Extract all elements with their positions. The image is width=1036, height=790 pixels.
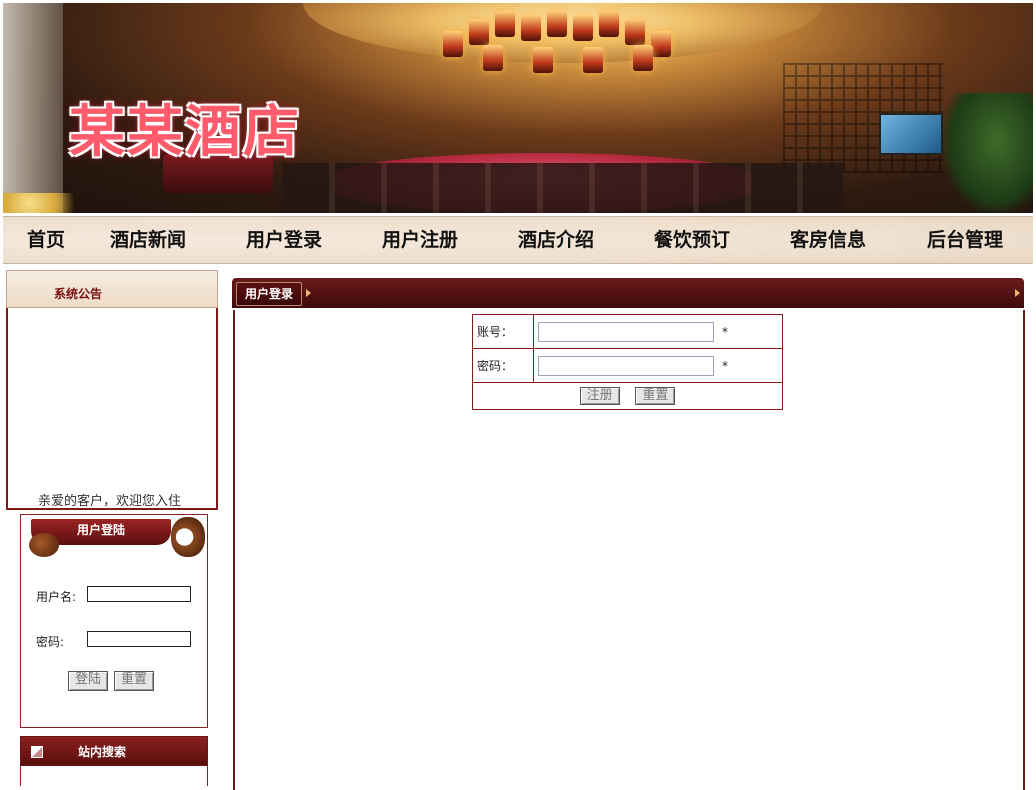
nav-item-dining-booking[interactable]: 餐饮预订 <box>654 217 730 263</box>
chairs-decor <box>283 163 843 213</box>
account-required-mark: * <box>722 324 728 339</box>
password-input[interactable] <box>538 355 714 376</box>
nav-item-home[interactable]: 首页 <box>27 217 65 263</box>
nav-item-hotel-intro[interactable]: 酒店介绍 <box>518 217 594 263</box>
arrow-right-icon <box>306 289 311 297</box>
sidebar-login-panel: 用户登陆 用户名: 密码: 登陆 重置 <box>20 514 208 728</box>
sidebar-reset-button[interactable]: 重置 <box>114 671 155 691</box>
notice-header: 系统公告 <box>6 270 218 308</box>
notice-marquee-text: 亲爱的客户，欢迎您入住 <box>38 494 182 509</box>
username-label: 用户名: <box>36 590 77 604</box>
owl-decor-icon <box>171 517 205 557</box>
search-panel-icon <box>31 746 43 758</box>
site-search-header: 站内搜索 <box>20 736 208 766</box>
plant-decor <box>943 93 1033 213</box>
nav-item-hotel-news[interactable]: 酒店新闻 <box>110 217 186 263</box>
password-form-label: 密码： <box>472 348 534 383</box>
hotel-title: 某某酒店 <box>69 99 301 165</box>
chandelier <box>443 11 683 73</box>
hotel-banner: 某某酒店 <box>3 3 1033 213</box>
password-required-mark: * <box>722 358 728 373</box>
flowers-decor <box>3 193 93 213</box>
nav-item-admin[interactable]: 后台管理 <box>927 217 1003 263</box>
tv-screen <box>879 113 943 155</box>
site-search-title: 站内搜索 <box>78 745 127 759</box>
nav-item-user-login[interactable]: 用户登录 <box>246 217 322 263</box>
form-reset-button[interactable]: 重置 <box>635 387 676 405</box>
sidebar-login-button[interactable]: 登陆 <box>68 671 109 691</box>
main-nav: 首页 酒店新闻 用户登录 用户注册 酒店介绍 餐饮预订 客房信息 后台管理 <box>3 216 1033 264</box>
nav-item-user-register[interactable]: 用户注册 <box>382 217 458 263</box>
login-form: 账号： * 密码： * 注册 重置 <box>472 314 783 410</box>
sidebar-password-input[interactable] <box>87 631 191 647</box>
main-tab-title: 用户登录 <box>236 282 303 306</box>
site-search-panel <box>20 766 208 786</box>
notice-panel: 亲爱的客户，欢迎您入住 <box>6 308 218 510</box>
account-label: 账号： <box>472 314 534 349</box>
nav-item-room-info[interactable]: 客房信息 <box>790 217 866 263</box>
curtain-decor <box>3 3 63 213</box>
submit-button[interactable]: 注册 <box>579 387 620 405</box>
sidebar-username-input[interactable] <box>87 586 191 602</box>
password-label: 密码: <box>36 635 65 649</box>
sidebar-login-title: 用户登陆 <box>77 523 126 537</box>
account-input[interactable] <box>538 321 714 342</box>
arrow-right-end-icon <box>1015 289 1020 297</box>
bird-decor-icon <box>29 533 59 557</box>
main-panel-header: 用户登录 <box>232 278 1024 308</box>
